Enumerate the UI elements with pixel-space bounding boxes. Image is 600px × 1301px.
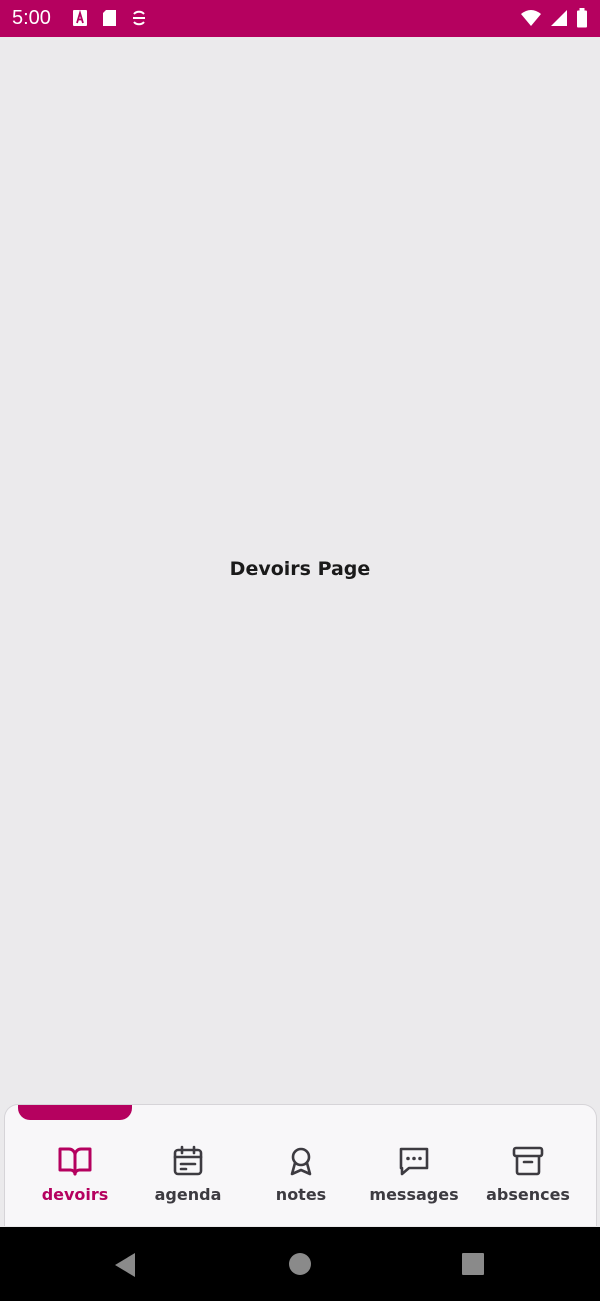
active-tab-indicator <box>18 1105 132 1120</box>
archive-icon <box>512 1145 544 1177</box>
tab-notes[interactable]: notes <box>244 1145 358 1217</box>
tab-agenda-label: agenda <box>154 1185 222 1204</box>
message-square-icon <box>397 1145 431 1177</box>
tab-devoirs-label: devoirs <box>41 1185 109 1204</box>
back-icon[interactable] <box>113 1252 137 1282</box>
calendar-icon <box>172 1145 204 1177</box>
home-icon[interactable] <box>288 1252 312 1280</box>
award-icon <box>285 1145 317 1177</box>
cell-signal-icon <box>550 9 568 27</box>
status-notification-icons <box>72 8 147 28</box>
bottom-navigation-bar: devoirs agenda notes messages absences <box>4 1104 597 1226</box>
system-navigation-bar <box>0 1227 600 1301</box>
sd-card-icon <box>102 9 117 27</box>
a-badge-icon <box>72 9 88 27</box>
tab-absences-label: absences <box>486 1185 570 1204</box>
tab-notes-label: notes <box>275 1185 327 1204</box>
status-time: 5:00 <box>12 7 51 29</box>
tab-absences[interactable]: absences <box>471 1145 585 1217</box>
status-system-icons <box>520 8 588 28</box>
tab-messages-label: messages <box>369 1185 459 1204</box>
wifi-icon <box>520 9 542 27</box>
tab-devoirs[interactable]: devoirs <box>18 1145 132 1217</box>
battery-icon <box>576 8 588 28</box>
page-title: Devoirs Page <box>229 557 371 580</box>
book-open-icon <box>57 1145 93 1177</box>
tab-agenda[interactable]: agenda <box>131 1145 245 1217</box>
main-content: Devoirs Page <box>0 37 600 1104</box>
recents-icon[interactable] <box>461 1252 485 1280</box>
tab-messages[interactable]: messages <box>357 1145 471 1217</box>
sync-icon <box>131 9 147 27</box>
status-bar: 5:00 <box>0 0 600 37</box>
